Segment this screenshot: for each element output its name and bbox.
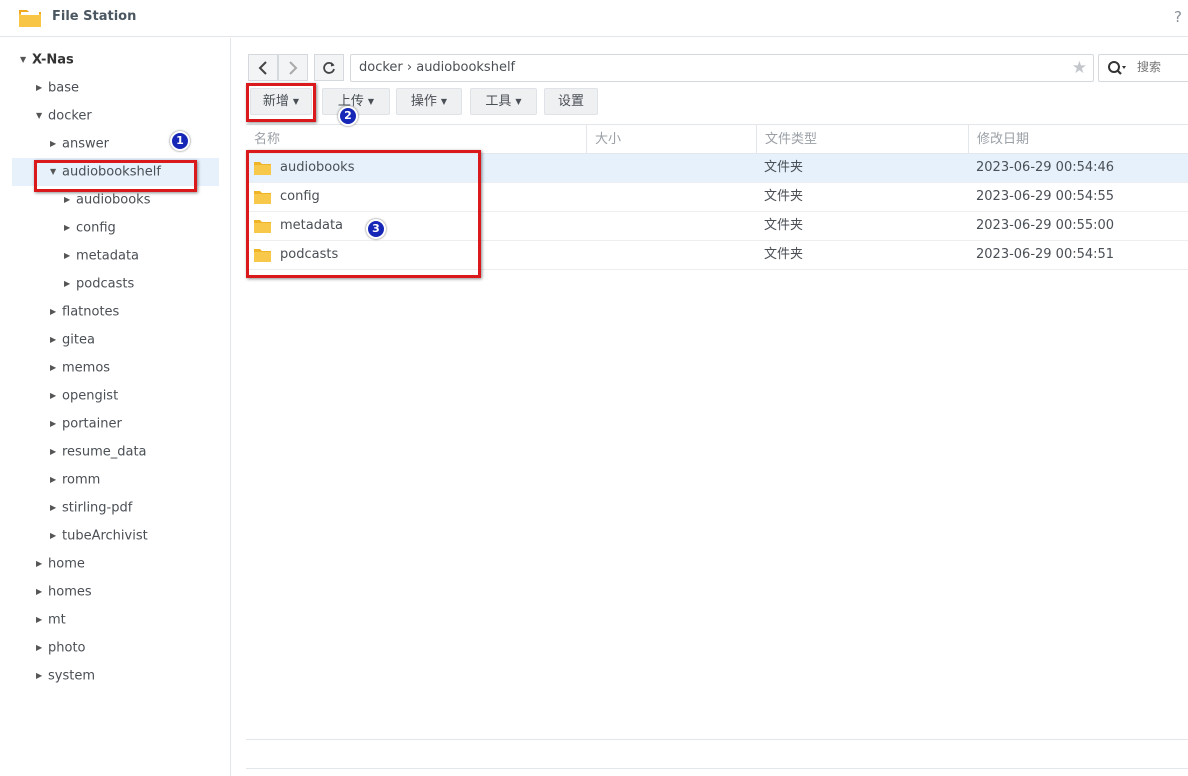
caret-down-icon: ▼ (515, 97, 522, 106)
caret-down-icon: ▼ (440, 97, 448, 106)
step-badge-3: 3 (366, 219, 386, 239)
back-button[interactable] (248, 54, 278, 81)
step-badge-2: 2 (338, 106, 358, 126)
file-station-icon (19, 10, 41, 27)
file-name: audiobooks (280, 160, 355, 175)
file-type: 文件夹 (764, 160, 804, 175)
chevron-right-icon (289, 61, 298, 75)
path-bar[interactable]: docker › audiobookshelf ★ (350, 54, 1094, 82)
file-type: 文件夹 (764, 247, 804, 262)
file-type: 文件夹 (764, 218, 804, 233)
caret-down-icon: ▼ (367, 97, 375, 106)
file-type: 文件夹 (764, 189, 804, 204)
status-bar-divider (246, 768, 1188, 769)
action-button[interactable]: 操作 ▼ (396, 88, 462, 115)
list-footer-divider (246, 739, 1188, 740)
column-name[interactable]: 名称 (246, 125, 586, 154)
star-icon[interactable]: ★ (1072, 58, 1087, 78)
file-modified: 2023-06-29 00:54:46 (976, 160, 1115, 175)
refresh-icon (323, 62, 335, 74)
forward-button[interactable] (278, 54, 308, 81)
search-input[interactable] (1137, 60, 1187, 74)
file-name: podcasts (280, 247, 339, 262)
caret-down-icon: ▼ (292, 97, 300, 106)
title-bar: File Station ? (0, 0, 1188, 37)
path-breadcrumb: docker › audiobookshelf (359, 60, 516, 75)
refresh-button[interactable] (314, 54, 344, 81)
folder-icon (254, 220, 271, 233)
file-modified: 2023-06-29 00:54:51 (976, 247, 1115, 262)
list-header: 名称 大小 文件类型 修改日期 (246, 124, 1188, 154)
file-row-config[interactable]: config 文件夹 2023-06-29 00:54:55 (246, 183, 1188, 212)
file-row-metadata[interactable]: metadata 文件夹 2023-06-29 00:55:00 (246, 212, 1188, 241)
app-title: File Station (52, 9, 137, 24)
file-modified: 2023-06-29 00:54:55 (976, 189, 1115, 204)
step-badge-1: 1 (170, 131, 190, 151)
folder-icon (254, 249, 271, 262)
file-name: metadata (280, 218, 344, 233)
tools-button[interactable]: 工具 ▼ (470, 88, 537, 115)
file-row-podcasts[interactable]: podcasts 文件夹 2023-06-29 00:54:51 (246, 241, 1188, 270)
column-size[interactable]: 大小 (586, 125, 756, 154)
settings-button[interactable]: 设置 (544, 88, 598, 115)
column-modified[interactable]: 修改日期 (968, 125, 1188, 154)
file-modified: 2023-06-29 00:55:00 (976, 218, 1115, 233)
folder-icon (254, 162, 271, 175)
search-icon (1108, 61, 1126, 75)
search-box[interactable] (1098, 54, 1188, 82)
file-name: config (280, 189, 320, 204)
folder-icon (254, 191, 271, 204)
file-row-audiobooks[interactable]: audiobooks 文件夹 2023-06-29 00:54:46 (246, 154, 1188, 183)
help-button[interactable]: ? (1174, 8, 1182, 26)
column-type[interactable]: 文件类型 (756, 125, 968, 154)
chevron-left-icon (258, 61, 267, 75)
create-button[interactable]: 新增 ▼ (250, 88, 312, 115)
